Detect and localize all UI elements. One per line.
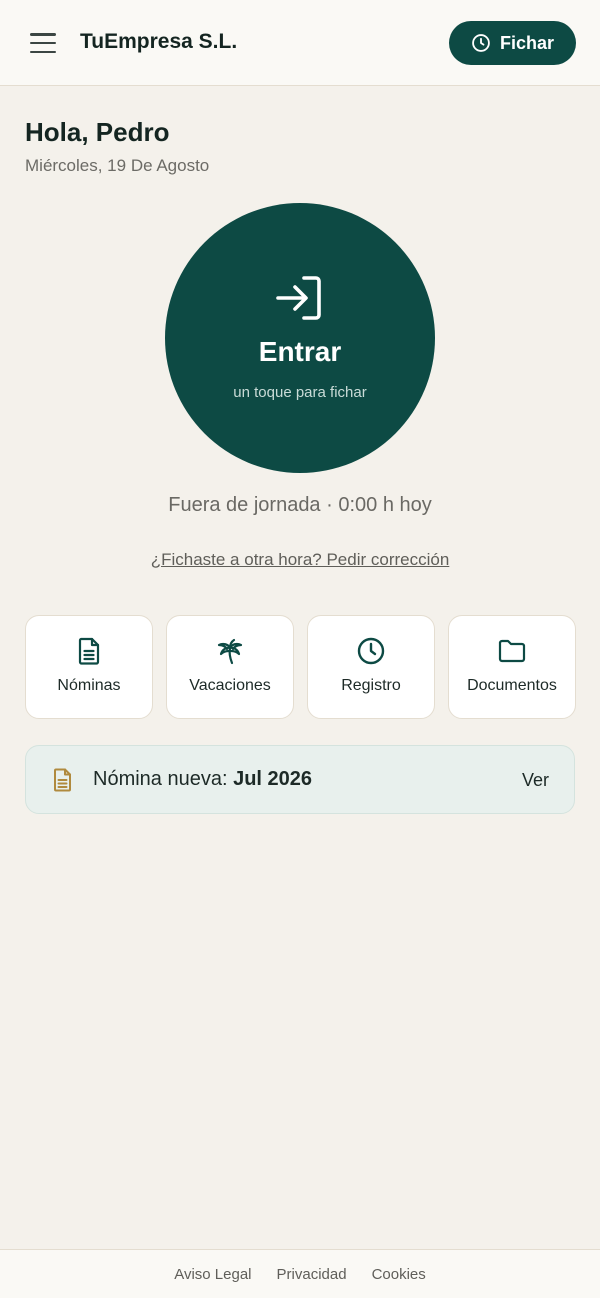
notice-period: Jul 2026	[233, 768, 313, 790]
work-status: Fuera de jornada · 0:00 h hoy	[168, 494, 432, 516]
current-date: Miércoles, 19 De Agosto	[25, 156, 210, 175]
notice-view-link[interactable]: Ver	[522, 770, 549, 791]
card-vacaciones-label: Vacaciones	[189, 677, 271, 694]
notice-prefix: Nómina nueva:	[93, 768, 234, 790]
card-registro-label: Registro	[341, 677, 401, 694]
footer-link-legal[interactable]: Aviso Legal	[174, 1266, 251, 1283]
login-arrow-icon	[276, 276, 321, 320]
clock-in-label: Entrar	[258, 336, 342, 367]
fichar-button-label: Fichar	[499, 32, 555, 53]
company-name: TuEmpresa S.L.	[80, 30, 238, 53]
clock-icon	[357, 637, 385, 665]
hamburger-menu-icon[interactable]	[28, 30, 58, 56]
card-registro[interactable]: Registro	[307, 615, 435, 719]
card-nominas-label: Nóminas	[57, 677, 121, 694]
folder-icon	[498, 639, 526, 663]
document-icon	[78, 637, 100, 665]
greeting-title: Hola, Pedro	[25, 117, 170, 147]
notice-text: Nómina nueva: Jul 2026	[93, 768, 312, 791]
card-vacaciones[interactable]: Vacaciones	[166, 615, 294, 719]
card-documentos-label: Documentos	[467, 677, 557, 694]
footer-link-privacy[interactable]: Privacidad	[277, 1266, 347, 1283]
palm-tree-icon	[217, 638, 243, 665]
clock-in-hint: un toque para fichar	[233, 384, 367, 401]
document-icon	[54, 768, 71, 792]
clock-in-button[interactable]: Entrar un toque para fichar	[165, 203, 435, 473]
top-bar: TuEmpresa S.L. Fichar	[0, 0, 600, 86]
new-payslip-banner[interactable]: Nómina nueva: Jul 2026 Ver	[25, 745, 575, 814]
app-page: TuEmpresa S.L. Fichar Hola, Pedro Miérco…	[0, 0, 600, 1298]
footer: Aviso Legal Privacidad Cookies	[0, 1249, 600, 1298]
clock-icon	[472, 34, 490, 52]
card-documentos[interactable]: Documentos	[448, 615, 576, 719]
correction-link[interactable]: ¿Fichaste a otra hora? Pedir corrección	[0, 550, 600, 570]
card-nominas[interactable]: Nóminas	[25, 615, 153, 719]
footer-link-cookies[interactable]: Cookies	[372, 1266, 426, 1283]
fichar-button[interactable]: Fichar	[449, 21, 576, 65]
